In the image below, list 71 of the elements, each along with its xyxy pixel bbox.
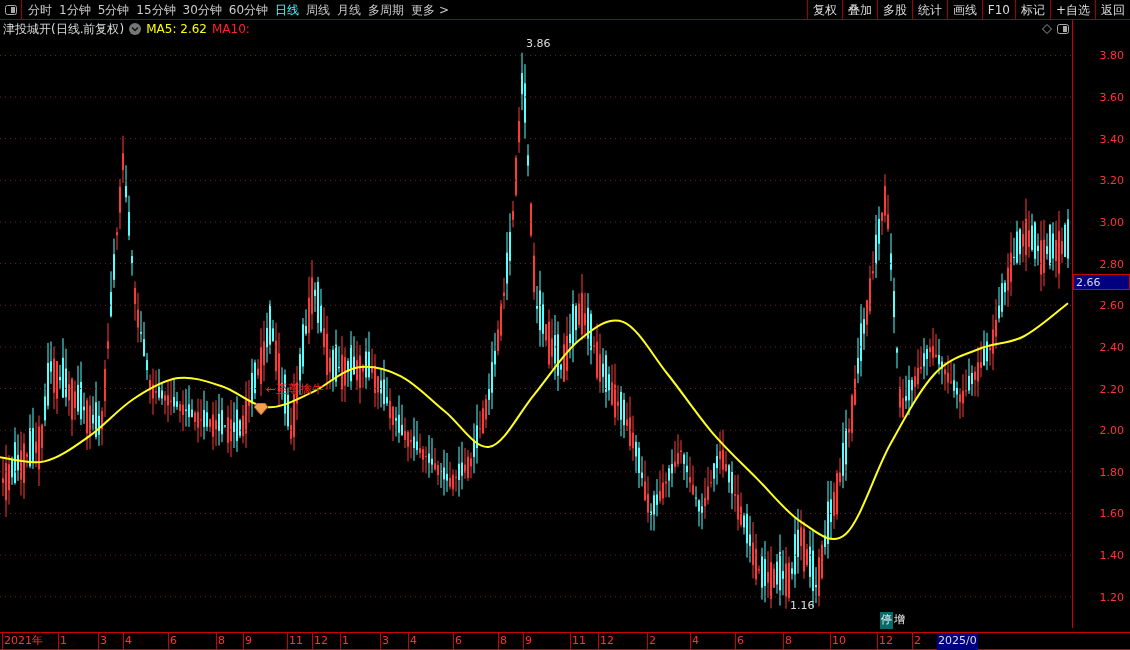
period-tab[interactable]: 更多 > <box>411 0 449 19</box>
dropdown-icon[interactable] <box>129 23 142 35</box>
price-tick: 1.20 <box>1099 589 1124 606</box>
time-axis-label: 8 <box>216 633 225 650</box>
price-tick: 2.80 <box>1099 256 1124 273</box>
time-axis-label: 3 <box>380 633 389 650</box>
period-tab[interactable]: 分时 <box>28 0 52 19</box>
period-tab[interactable]: 周线 <box>306 0 331 19</box>
price-tick: 3.60 <box>1099 90 1124 107</box>
time-axis-label: 2 <box>647 633 656 650</box>
period-tab[interactable]: 月线 <box>337 0 362 19</box>
toolbar-button[interactable]: +自选 <box>1049 0 1095 19</box>
toolbar-button[interactable]: 画线 <box>946 0 982 19</box>
time-axis-label: 4 <box>408 633 417 650</box>
toolbar-button[interactable]: 叠加 <box>841 0 877 19</box>
period-tab[interactable]: 多周期 <box>368 0 405 19</box>
panel-toggle-icon[interactable] <box>1057 24 1069 34</box>
high-price-label: 3.86 <box>526 36 551 52</box>
period-tab[interactable]: 日线 <box>275 0 300 19</box>
time-axis-label: 11 <box>570 633 586 650</box>
time-axis-label: 9 <box>523 633 532 650</box>
toolbar-button[interactable]: 标记 <box>1014 0 1050 19</box>
period-tab[interactable]: 30分钟 <box>182 0 222 19</box>
time-axis-label: 6 <box>453 633 462 650</box>
toolbar-button[interactable]: F10 <box>981 0 1015 19</box>
price-tick: 1.40 <box>1099 548 1124 565</box>
stock-title: 津投城开(日线.前复权) <box>3 21 125 38</box>
time-axis-label: 2025/0 <box>937 633 978 650</box>
period-tab[interactable]: 1分钟 <box>59 0 91 19</box>
price-tick: 3.20 <box>1099 173 1124 190</box>
time-axis-label: 12 <box>598 633 614 650</box>
time-axis-label: 10 <box>830 633 846 650</box>
diamond-signal-icon <box>254 403 268 415</box>
period-tab[interactable]: 60分钟 <box>228 0 269 19</box>
time-axis-label: 4 <box>690 633 699 650</box>
price-tick: 3.40 <box>1099 131 1124 148</box>
price-tick: 2.20 <box>1099 381 1124 398</box>
ma5-value: MA5: 2.62 <box>146 21 207 38</box>
price-tick: 2.00 <box>1099 423 1124 440</box>
time-axis-label: 12 <box>877 633 893 650</box>
time-axis-label: 2021年 <box>2 633 43 650</box>
time-axis-label: 2 <box>912 633 921 650</box>
price-tick: 3.80 <box>1099 48 1124 65</box>
time-axis-label: 4 <box>123 633 132 650</box>
time-axis-label: 8 <box>783 633 792 650</box>
current-price-badge: 2.66 <box>1073 274 1130 290</box>
period-tab[interactable]: 5分钟 <box>97 0 130 19</box>
price-tick: 2.40 <box>1099 339 1124 356</box>
time-axis-label: 11 <box>287 633 303 650</box>
panel-toggle-icon[interactable] <box>4 4 17 15</box>
time-axis-label: 1 <box>58 633 67 650</box>
price-tick: 2.60 <box>1099 298 1124 315</box>
toolbar-button[interactable]: 统计 <box>911 0 947 19</box>
low-price-label: 1.16 <box>790 598 815 614</box>
ma10-value: MA10: <box>211 21 250 38</box>
price-tick: 3.00 <box>1099 214 1124 231</box>
price-tick: 1.60 <box>1099 506 1124 523</box>
time-axis-label: 6 <box>735 633 744 650</box>
event-tag: 停 <box>880 612 893 629</box>
time-axis-label: 9 <box>243 633 252 650</box>
price-tick: 1.80 <box>1099 464 1124 481</box>
time-axis-label: 3 <box>98 633 107 650</box>
time-axis-label: 1 <box>340 633 349 650</box>
toolbar-button[interactable]: 返回 <box>1095 0 1130 19</box>
time-axis-label: 8 <box>498 633 507 650</box>
period-tab[interactable]: 15分钟 <box>136 0 176 19</box>
time-axis-label: 12 <box>312 633 328 650</box>
time-axis-label: 6 <box>168 633 177 650</box>
toolbar-button[interactable]: 复权 <box>806 0 842 19</box>
event-tag: 增 <box>893 612 906 629</box>
toolbar-button[interactable]: 多股 <box>876 0 912 19</box>
